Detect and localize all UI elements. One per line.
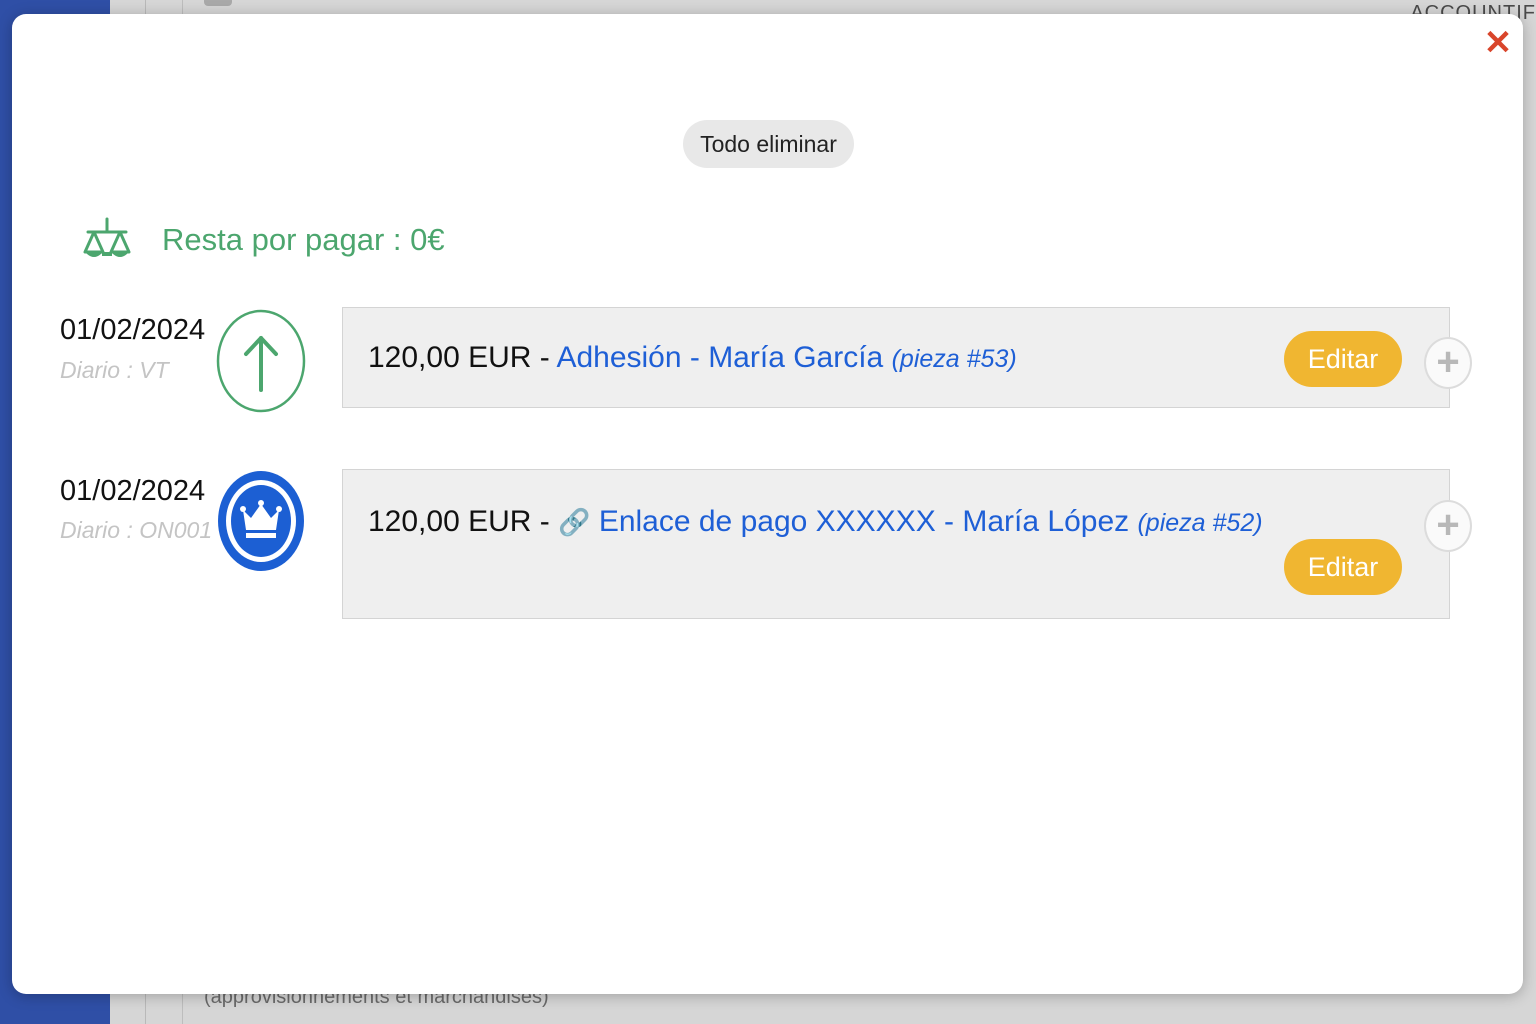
entry-card: 120,00 EUR - 🔗 Enlace de pago XXXXXX - M… bbox=[342, 469, 1450, 619]
delete-all-button[interactable]: Todo eliminar bbox=[683, 120, 854, 168]
entry-date: 01/02/2024 bbox=[60, 314, 206, 346]
balance-text: Resta por pagar : 0€ bbox=[162, 222, 445, 257]
entry-piece[interactable]: (pieza #52) bbox=[1137, 509, 1262, 537]
edit-button[interactable]: Editar bbox=[1284, 539, 1402, 595]
entry-description: 120,00 EUR - Adhesión - María García (pi… bbox=[368, 341, 1017, 375]
entry-amount: 120,00 EUR - bbox=[368, 341, 557, 374]
entry-link[interactable]: Enlace de pago XXXXXX - María López bbox=[599, 505, 1129, 538]
scale-icon bbox=[83, 217, 131, 257]
close-icon[interactable]: ✕ bbox=[1482, 26, 1514, 60]
arrow-up-icon bbox=[216, 309, 306, 413]
entry-journal: Diario : ON001 bbox=[60, 517, 213, 543]
entry-card: 120,00 EUR - Adhesión - María García (pi… bbox=[342, 307, 1450, 408]
balance-summary: Resta por pagar : 0€ bbox=[82, 214, 445, 266]
entry-link[interactable]: Adhesión - María García bbox=[556, 341, 883, 374]
edit-button[interactable]: Editar bbox=[1284, 331, 1402, 387]
add-icon[interactable]: + bbox=[1424, 500, 1472, 552]
crown-icon bbox=[218, 471, 304, 571]
entry-amount: 120,00 EUR - bbox=[368, 505, 559, 538]
background-chip bbox=[204, 0, 232, 6]
add-icon[interactable]: + bbox=[1424, 337, 1472, 389]
entry-journal: Diario : VT bbox=[60, 357, 169, 383]
entry-piece[interactable]: (pieza #53) bbox=[892, 345, 1017, 373]
payments-modal: ✕ Todo eliminar Resta por pagar : 0€ 01/… bbox=[12, 14, 1523, 994]
chain-icon: 🔗 bbox=[558, 507, 591, 537]
entry-date: 01/02/2024 bbox=[60, 475, 206, 507]
entry-description: 120,00 EUR - 🔗 Enlace de pago XXXXXX - M… bbox=[368, 505, 1263, 539]
